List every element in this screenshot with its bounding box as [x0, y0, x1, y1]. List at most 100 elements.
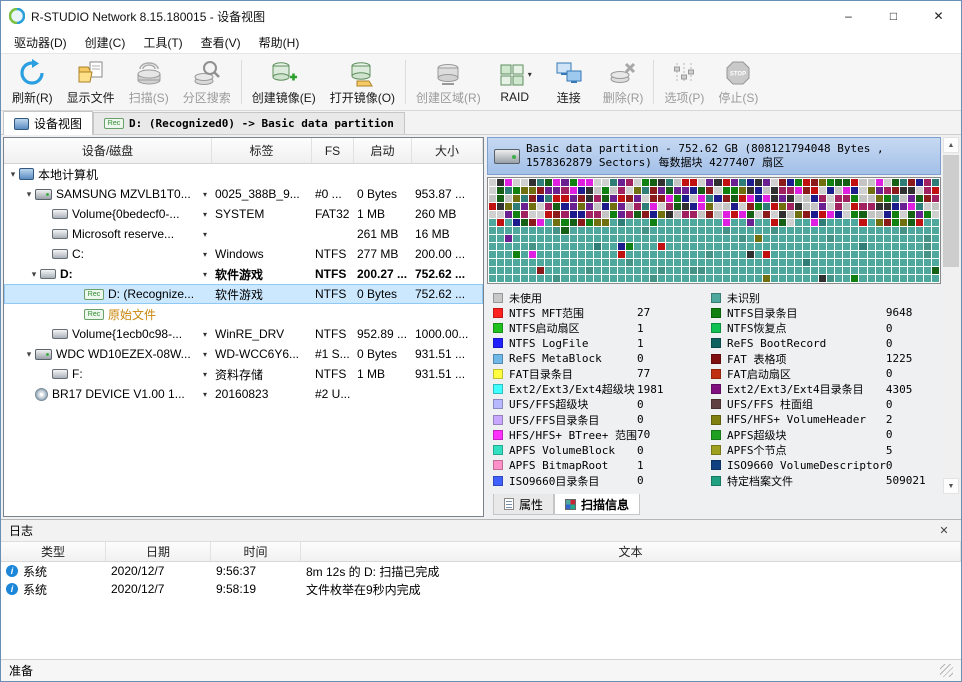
- scan-map-grid[interactable]: [489, 179, 939, 282]
- combo-arrow-icon[interactable]: ▾: [203, 190, 209, 199]
- delete-button[interactable]: 删除(R): [596, 56, 651, 108]
- log-row[interactable]: 系统 2020/12/7 9:58:19 文件枚举在9秒内完成: [1, 580, 961, 598]
- scan-block: [594, 251, 601, 258]
- tree-row-volume-winre[interactable]: Volume{1ecb0c98-...▾ WinRE_DRVNTFS952.89…: [4, 324, 483, 344]
- menu-view[interactable]: 查看(V): [192, 32, 250, 53]
- expand-arrow-icon[interactable]: ▾: [23, 189, 35, 200]
- scan-block: [884, 219, 891, 226]
- partition-search-button[interactable]: 分区搜索: [176, 56, 238, 108]
- stop-button[interactable]: STOP 停止(S): [711, 56, 765, 108]
- column-header-label[interactable]: 标签: [212, 138, 312, 163]
- tab-device-view[interactable]: 设备视图: [3, 111, 93, 135]
- tab-recognized-partition[interactable]: D: (Recognized0) -> Basic data partition: [93, 112, 405, 134]
- right-panel-scrollbar[interactable]: ▲ ▼: [943, 137, 959, 494]
- tree-row-drive-c[interactable]: C:▾ WindowsNTFS277 MB200.00 ...: [4, 244, 483, 264]
- combo-arrow-icon[interactable]: ▾: [203, 370, 209, 379]
- column-header-fs[interactable]: FS: [312, 138, 354, 163]
- expand-arrow-icon[interactable]: ▾: [7, 169, 19, 180]
- combo-arrow-icon[interactable]: ▾: [203, 390, 209, 399]
- column-header-start[interactable]: 启动: [354, 138, 412, 163]
- expand-arrow-icon[interactable]: ▾: [23, 349, 35, 360]
- scan-block: [731, 235, 738, 242]
- menu-help[interactable]: 帮助(H): [250, 32, 309, 53]
- raid-dropdown-arrow-icon[interactable]: ▾: [528, 70, 532, 79]
- log-close-icon[interactable]: ✕: [935, 524, 953, 537]
- scroll-up-icon[interactable]: ▲: [943, 137, 959, 153]
- scan-block: [835, 179, 842, 186]
- legend-swatch: [711, 460, 721, 470]
- tree-row-br17-device[interactable]: BR17 DEVICE V1.00 1...▾ 20160823#2 U...: [4, 384, 483, 404]
- scan-block: [586, 259, 593, 266]
- scan-block: [876, 203, 883, 210]
- scan-block: [747, 243, 754, 250]
- maximize-button[interactable]: □: [871, 1, 916, 31]
- tree-row-drive-d[interactable]: ▾D:▾ 软件游戏NTFS200.27 ...752.62 ...: [4, 264, 483, 284]
- combo-arrow-icon[interactable]: ▾: [203, 230, 209, 239]
- column-header-device[interactable]: 设备/磁盘: [4, 138, 212, 163]
- connect-button[interactable]: 连接: [542, 56, 596, 108]
- tree-row-samsung-disk[interactable]: ▾SAMSUNG MZVLB1T0...▾ 0025_388B_9...#0 .…: [4, 184, 483, 204]
- show-files-button[interactable]: 显示文件: [60, 56, 122, 108]
- scrollbar-track[interactable]: [943, 153, 959, 478]
- scan-block: [650, 203, 657, 210]
- resize-grip[interactable]: [940, 664, 953, 677]
- scan-block: [521, 203, 528, 210]
- scan-block: [876, 267, 883, 274]
- scan-block: [489, 187, 496, 194]
- tree-row-ms-reserved[interactable]: Microsoft reserve...▾ 261 MB16 MB: [4, 224, 483, 244]
- log-column-date[interactable]: 日期: [106, 542, 211, 561]
- menu-tools[interactable]: 工具(T): [134, 32, 191, 53]
- scan-block: [505, 179, 512, 186]
- scrollbar-thumb[interactable]: [943, 155, 959, 267]
- volume-icon: [52, 209, 68, 219]
- scan-block: [578, 179, 585, 186]
- expand-arrow-icon[interactable]: ▾: [28, 269, 40, 280]
- scroll-down-icon[interactable]: ▼: [943, 478, 959, 494]
- legend-item: FAT目录条目77: [493, 366, 699, 381]
- log-column-time[interactable]: 时间: [211, 542, 301, 561]
- tab-scan-information[interactable]: 扫描信息: [554, 494, 640, 515]
- combo-arrow-icon[interactable]: ▾: [203, 330, 209, 339]
- scan-button[interactable]: 扫描(S): [122, 56, 176, 108]
- combo-arrow-icon[interactable]: ▾: [203, 270, 209, 279]
- tree-row-wdc-disk[interactable]: ▾WDC WD10EZEX-08W...▾ WD-WCC6Y6...#1 S..…: [4, 344, 483, 364]
- tree-row-drive-f[interactable]: F:▾ 资料存储NTFS1 MB931.51 ...: [4, 364, 483, 384]
- scan-block: [876, 219, 883, 226]
- log-row[interactable]: 系统 2020/12/7 9:56:37 8m 12s 的 D: 扫描已完成: [1, 562, 961, 580]
- minimize-button[interactable]: –: [826, 1, 871, 31]
- scan-map[interactable]: [487, 177, 941, 284]
- close-button[interactable]: ✕: [916, 1, 961, 31]
- scan-block: [932, 259, 939, 266]
- menu-create[interactable]: 创建(C): [76, 32, 135, 53]
- scan-block: [803, 195, 810, 202]
- scan-block: [594, 259, 601, 266]
- log-column-type[interactable]: 类型: [1, 542, 106, 561]
- create-region-button[interactable]: 创建区域(R): [409, 56, 488, 108]
- combo-arrow-icon[interactable]: ▾: [203, 210, 209, 219]
- menu-drive[interactable]: 驱动器(D): [5, 32, 76, 53]
- refresh-button[interactable]: 刷新(R): [5, 56, 60, 108]
- raid-button[interactable]: ▾ RAID: [488, 56, 542, 108]
- scan-block: [545, 179, 552, 186]
- log-column-text[interactable]: 文本: [301, 542, 961, 561]
- tree-row-raw-files[interactable]: 原始文件: [4, 304, 483, 324]
- combo-arrow-icon[interactable]: ▾: [203, 250, 209, 259]
- scan-block: [634, 211, 641, 218]
- scan-block: [755, 211, 762, 218]
- open-image-button[interactable]: 打开镜像(O): [323, 56, 402, 108]
- scan-block: [602, 219, 609, 226]
- tree-row-local-computer[interactable]: ▾本地计算机: [4, 164, 483, 184]
- scan-block: [634, 203, 641, 210]
- scan-block: [811, 219, 818, 226]
- combo-arrow-icon[interactable]: ▾: [203, 350, 209, 359]
- create-image-button[interactable]: 创建镜像(E): [245, 56, 323, 108]
- scan-block: [505, 235, 512, 242]
- scan-block: [868, 235, 875, 242]
- column-header-size[interactable]: 大小: [412, 138, 483, 163]
- scan-block: [811, 179, 818, 186]
- tree-row-volume-system[interactable]: Volume{0bedecf0-...▾ SYSTEMFAT321 MB260 …: [4, 204, 483, 224]
- tree-row-recognized-partition[interactable]: D: (Recognize... 软件游戏NTFS0 Bytes752.62 .…: [4, 284, 483, 304]
- scan-block: [497, 211, 504, 218]
- options-button[interactable]: 选项(P): [657, 56, 711, 108]
- tab-properties[interactable]: 属性: [493, 494, 554, 515]
